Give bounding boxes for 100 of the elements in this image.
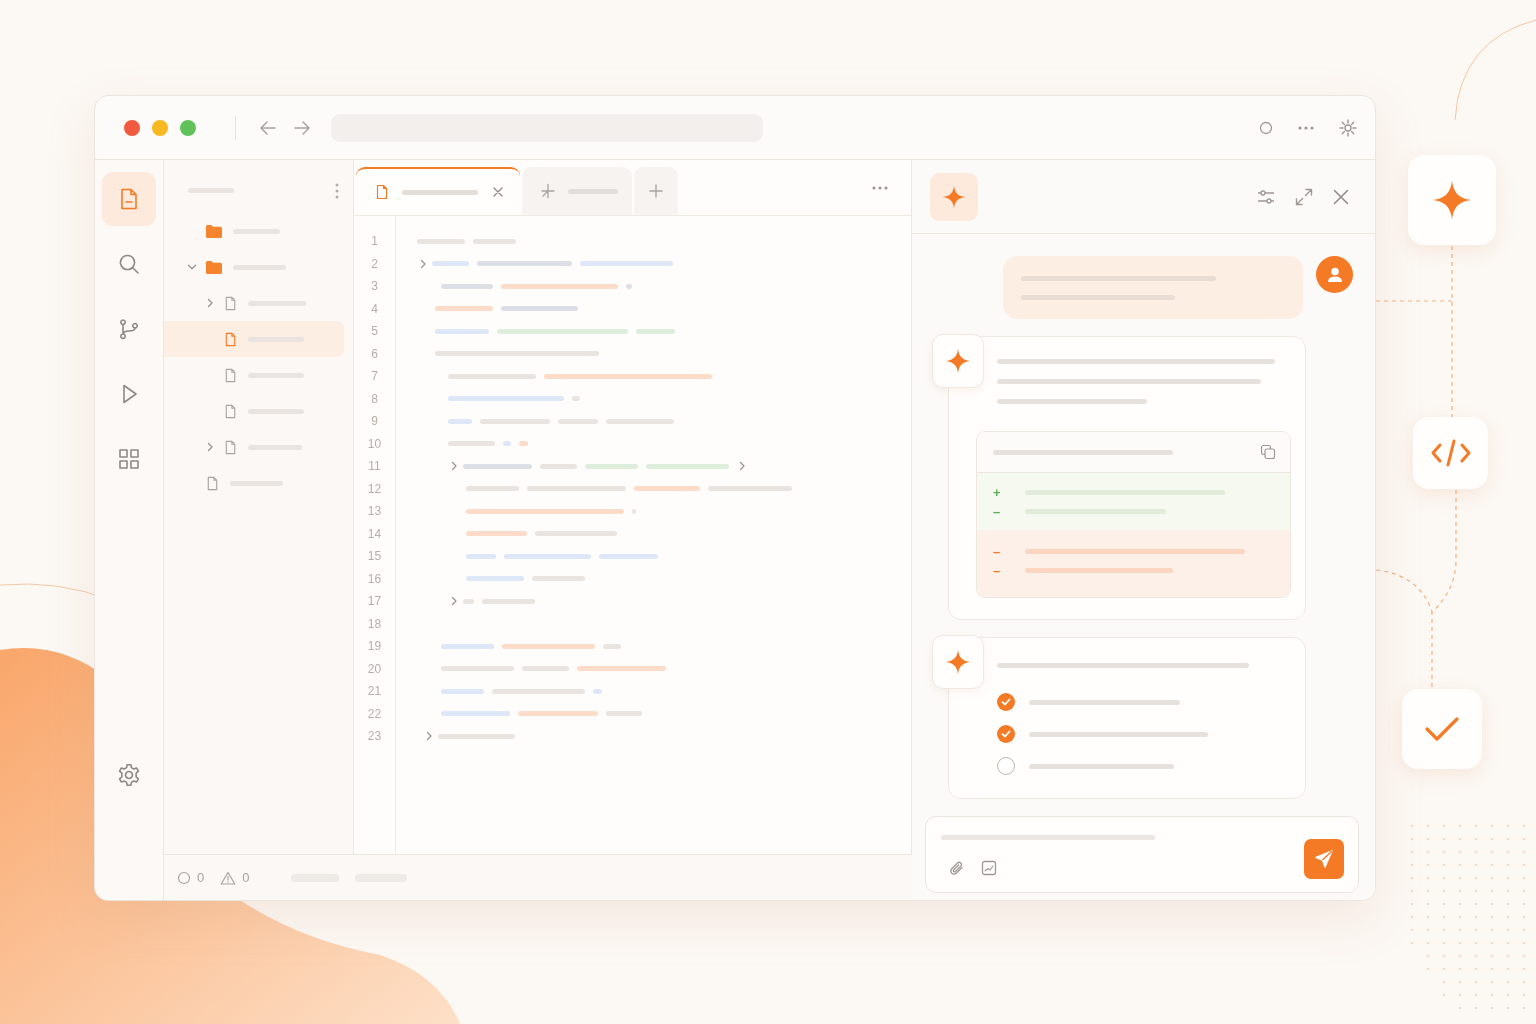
paperclip-icon[interactable] — [949, 860, 965, 876]
check-icon — [1424, 715, 1460, 743]
file-icon — [205, 475, 220, 491]
plus-icon — [649, 184, 663, 198]
task-checkbox[interactable] — [997, 757, 1015, 775]
folder-icon — [205, 223, 223, 239]
line-number: 7 — [371, 369, 378, 384]
grid-icon — [117, 447, 141, 471]
file-icon — [223, 295, 238, 311]
more-icon[interactable] — [871, 184, 889, 191]
close-icon[interactable] — [1333, 188, 1349, 205]
activity-button[interactable] — [102, 172, 156, 226]
check-icon — [1001, 729, 1011, 739]
diff-sign: + — [993, 484, 1002, 500]
kebab-menu-icon[interactable] — [335, 182, 339, 199]
line-number: 4 — [371, 301, 378, 316]
code-placeholder — [636, 328, 675, 334]
code-placeholder — [606, 418, 674, 424]
chevron-right-icon[interactable] — [418, 258, 428, 269]
task-checkbox[interactable] — [997, 725, 1015, 743]
code-placeholder — [558, 418, 598, 424]
message-input[interactable] — [925, 816, 1359, 893]
warning-count: 0 — [242, 870, 250, 885]
code-placeholder — [466, 531, 527, 537]
line-number: 15 — [367, 549, 382, 564]
code-placeholder — [593, 688, 602, 694]
line-number: 17 — [367, 594, 382, 609]
settings-icon[interactable] — [116, 762, 142, 788]
line-number: 12 — [367, 481, 382, 496]
code-placeholder — [466, 553, 496, 559]
window-control[interactable] — [124, 119, 140, 136]
file-icon — [223, 331, 238, 347]
window-control[interactable] — [152, 119, 168, 136]
chevron-right-icon[interactable] — [449, 596, 459, 607]
code-placeholder — [606, 711, 642, 717]
code-placeholder — [448, 418, 472, 424]
search-icon — [117, 252, 141, 276]
task-checkbox[interactable] — [997, 693, 1015, 711]
line-number: 20 — [367, 661, 382, 676]
chevron-right-icon[interactable] — [205, 298, 215, 308]
code-placeholder — [441, 283, 493, 289]
code-placeholder — [435, 328, 489, 334]
line-number: 21 — [367, 684, 382, 699]
line-number: 3 — [371, 279, 378, 294]
code-placeholder — [432, 261, 469, 267]
chevron-right-icon[interactable] — [449, 461, 459, 472]
code-placeholder — [473, 238, 516, 244]
line-number: 1 — [371, 234, 378, 249]
expand-icon[interactable] — [1295, 187, 1313, 206]
file-icon — [223, 403, 238, 419]
chevron-right-icon[interactable] — [424, 731, 434, 742]
new-tab-button[interactable] — [634, 167, 678, 215]
sliders-icon[interactable] — [1257, 187, 1275, 206]
folder-icon — [205, 259, 223, 275]
code-placeholder — [441, 643, 494, 649]
check-icon — [1001, 697, 1011, 707]
window-control[interactable] — [180, 119, 196, 136]
send-button[interactable] — [1304, 839, 1344, 879]
file-icon — [374, 184, 390, 200]
file-icon — [223, 439, 238, 455]
code-placeholder — [585, 463, 638, 469]
diff-sign: – — [993, 543, 1002, 559]
line-number: 9 — [371, 414, 378, 429]
code-placeholder — [435, 306, 493, 312]
circle-icon[interactable] — [1259, 120, 1273, 135]
code-placeholder — [441, 688, 484, 694]
code-placeholder — [532, 576, 585, 582]
code-placeholder — [634, 486, 700, 492]
branch-icon — [117, 317, 141, 341]
chevron-down-icon[interactable] — [187, 262, 197, 272]
line-number: 13 — [367, 504, 382, 519]
code-placeholder — [522, 666, 569, 672]
code-placeholder — [463, 463, 532, 469]
line-number: 11 — [368, 459, 381, 474]
chevron-right-icon[interactable] — [737, 461, 747, 472]
file-icon — [223, 367, 238, 383]
code-placeholder — [466, 486, 519, 492]
diff-sign: – — [993, 562, 1002, 578]
line-number: 16 — [367, 571, 382, 586]
copy-icon[interactable] — [1260, 444, 1276, 460]
line-number: 18 — [367, 616, 382, 631]
code-placeholder — [417, 238, 465, 244]
line-number: 2 — [371, 256, 378, 271]
code-placeholder — [603, 643, 621, 649]
line-number: 14 — [367, 526, 382, 541]
chevron-right-icon[interactable] — [205, 442, 215, 452]
code-placeholder — [599, 553, 658, 559]
send-icon — [1314, 849, 1334, 869]
sun-icon[interactable] — [1339, 118, 1357, 137]
warning-icon — [220, 870, 237, 885]
code-placeholder — [482, 598, 535, 604]
more-icon[interactable] — [1297, 124, 1315, 131]
diff-sign: – — [993, 503, 1002, 519]
code-placeholder — [626, 283, 632, 289]
line-number: 19 — [367, 639, 382, 654]
pin-icon — [540, 183, 556, 199]
code-placeholder — [463, 598, 474, 604]
code-placeholder — [480, 418, 550, 424]
error-count: 0 — [197, 870, 205, 885]
image-icon[interactable] — [981, 860, 997, 876]
